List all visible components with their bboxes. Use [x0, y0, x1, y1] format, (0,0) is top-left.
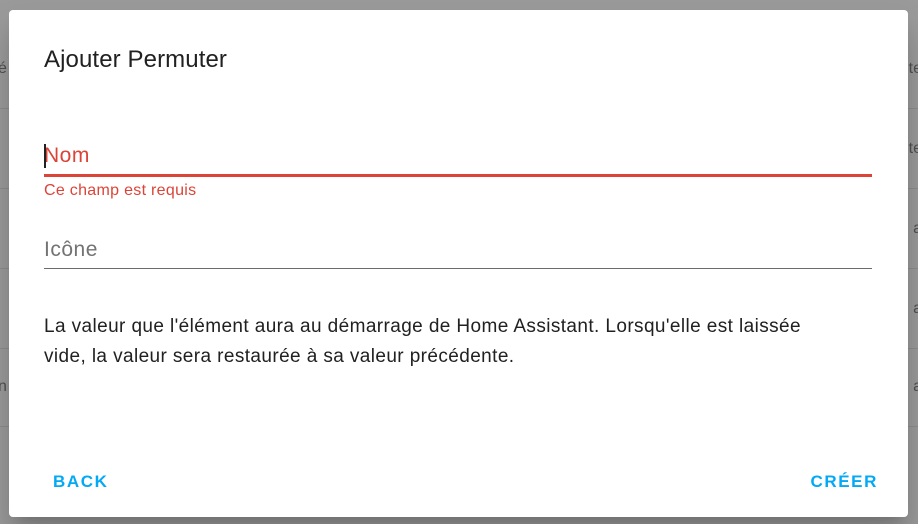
dialog-title: Ajouter Permuter [44, 46, 228, 73]
background-row-text-right: te [908, 60, 918, 77]
icon-field[interactable] [44, 232, 872, 272]
background-row-text-right: a [913, 378, 918, 395]
name-input[interactable] [44, 138, 872, 174]
name-error-message: Ce champ est requis [44, 182, 197, 199]
text-cursor [44, 144, 46, 168]
background-row-text-left: é [0, 60, 7, 77]
icon-field-underline [44, 268, 872, 269]
add-toggle-dialog: Ajouter Permuter Ce champ est requis La … [9, 10, 908, 517]
create-button[interactable]: CRÉER [802, 464, 886, 500]
back-button[interactable]: BACK [45, 464, 117, 500]
background-row-text-left: n [0, 378, 7, 395]
initial-value-description: La valeur que l'élément aura au démarrag… [44, 316, 801, 367]
background-row-text-right: a [913, 300, 918, 317]
name-field-underline [44, 174, 872, 177]
background-row-text-right: a [913, 220, 918, 237]
name-field[interactable] [44, 138, 872, 178]
icon-input[interactable] [44, 232, 872, 268]
background-row-text-right: te [908, 140, 918, 157]
